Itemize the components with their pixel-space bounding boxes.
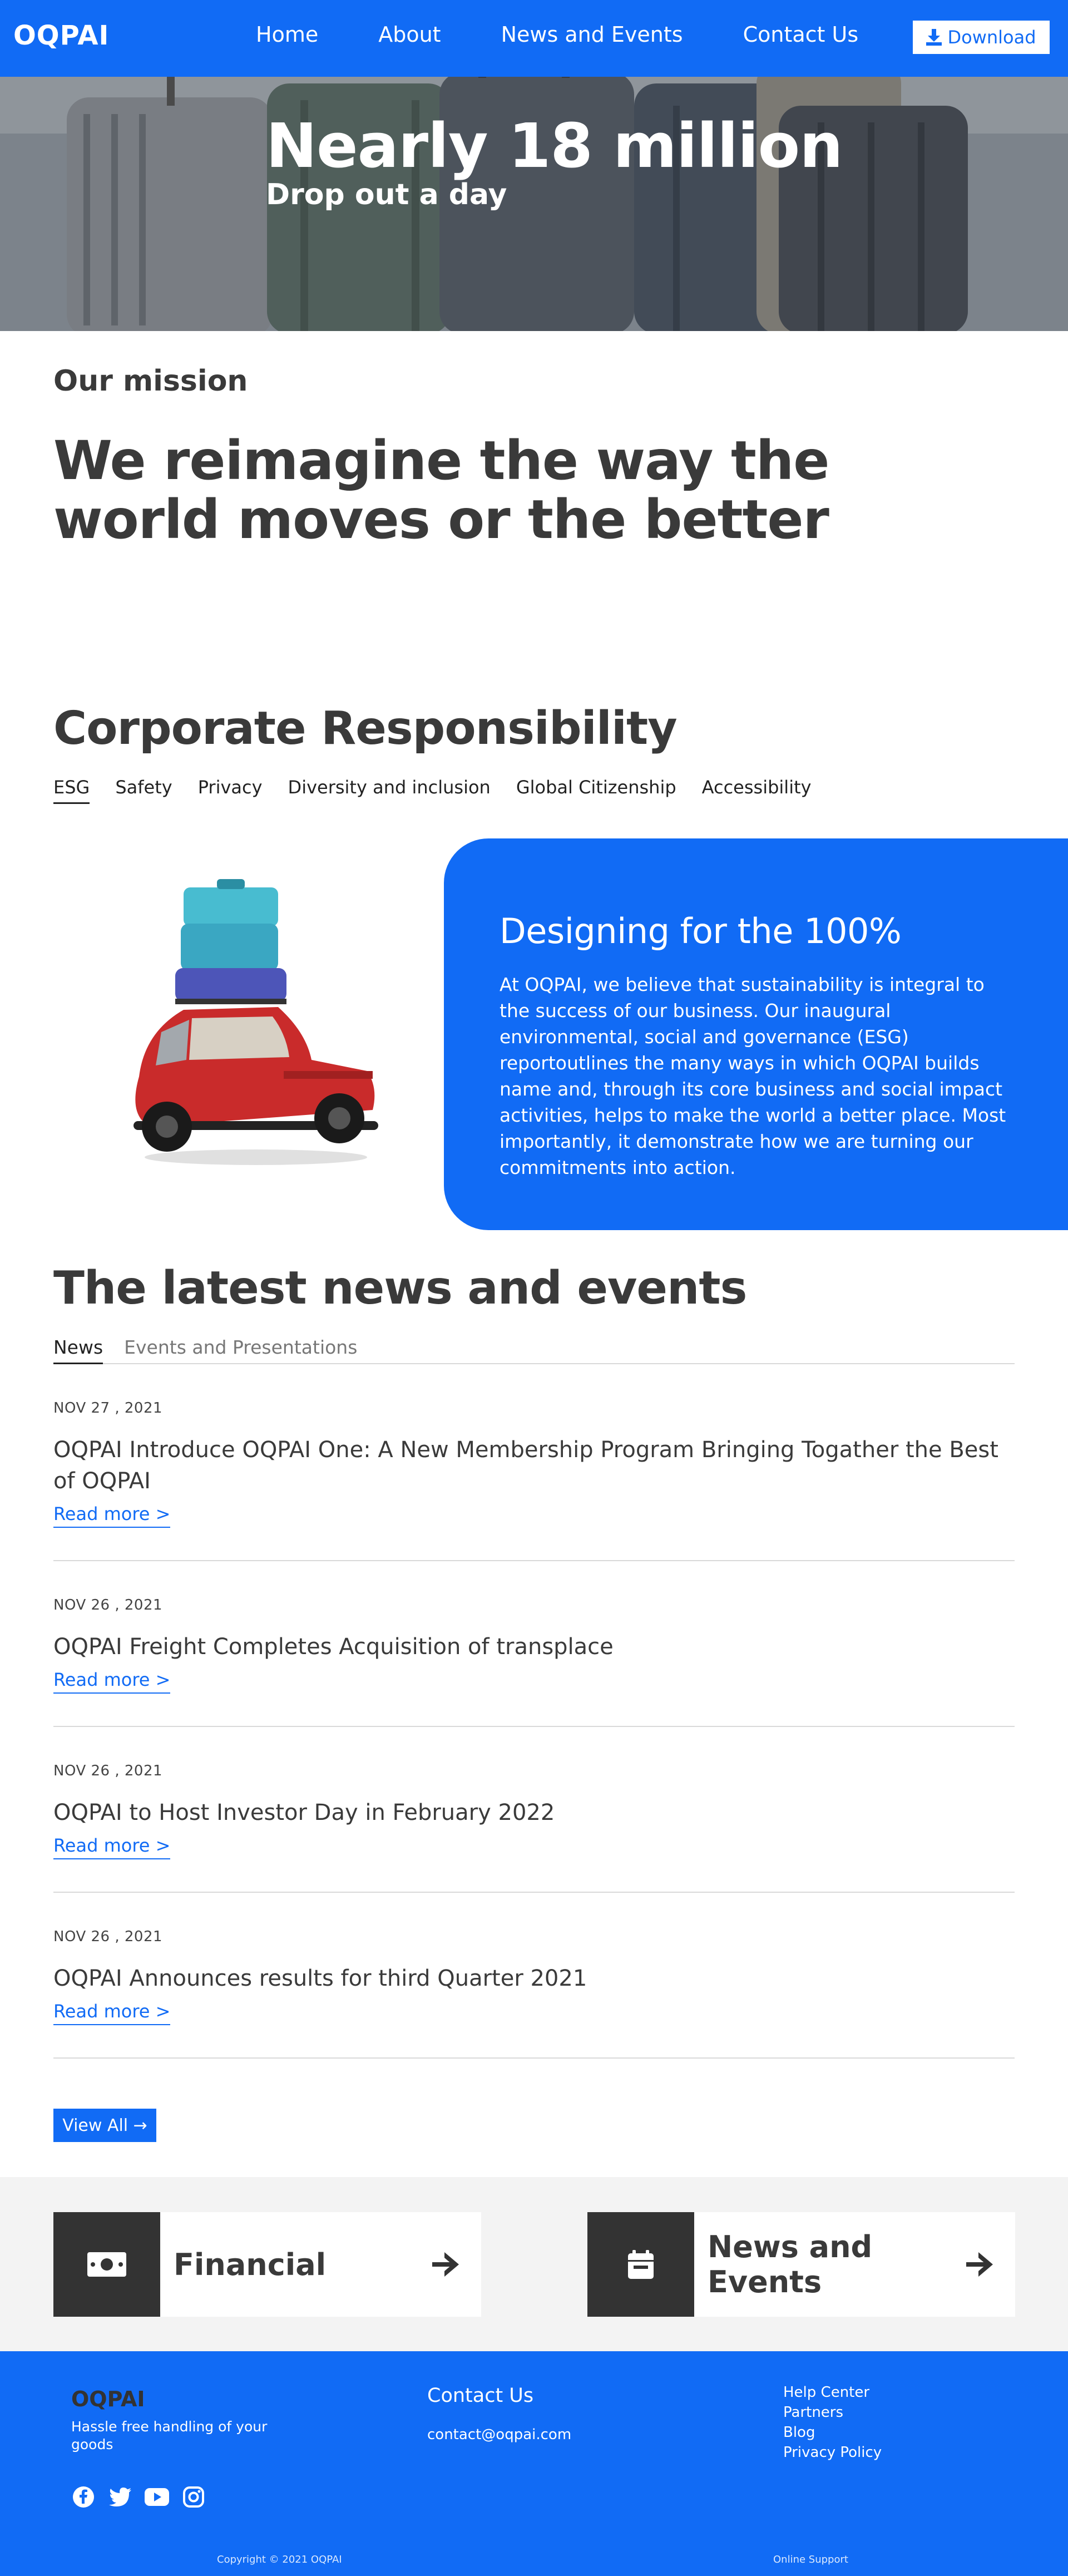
news-item: NOV 26 , 2021 OQPAI Announces results fo…	[53, 1893, 1015, 2059]
news-date: NOV 26 , 2021	[53, 1597, 163, 1613]
facebook-icon[interactable]	[71, 2485, 96, 2509]
download-button[interactable]: Download	[913, 21, 1050, 54]
view-all-button[interactable]: View All →	[53, 2109, 156, 2142]
news-list: NOV 27 , 2021 OQPAI Introduce OQPAI One:…	[53, 1364, 1015, 2059]
twitter-icon[interactable]	[108, 2485, 132, 2509]
esg-feature-card: Designing for the 100% At OQPAI, we beli…	[444, 838, 1068, 1230]
footer: OQPAI Hassle free handling of your goods…	[0, 2351, 1068, 2576]
nav-home-link[interactable]: Home	[256, 22, 318, 47]
esg-card-title: Designing for the 100%	[500, 911, 902, 951]
read-more-link[interactable]: Read more >	[53, 2001, 171, 2025]
read-more-link[interactable]: Read more >	[53, 1503, 171, 1528]
footer-contact-title: Contact Us	[427, 2385, 534, 2407]
online-support-link[interactable]: Online Support	[773, 2554, 848, 2565]
calendar-icon	[628, 2250, 654, 2279]
news-headline[interactable]: OQPAI Freight Completes Acquisition of t…	[53, 1631, 1010, 1662]
corporate-tabs: ESG Safety Privacy Diversity and inclusi…	[53, 777, 837, 804]
instagram-icon[interactable]	[181, 2485, 206, 2509]
tab-global-citizenship[interactable]: Global Citizenship	[516, 777, 676, 804]
read-more-link[interactable]: Read more >	[53, 1835, 171, 1859]
financial-card-label: Financial	[174, 2247, 327, 2282]
download-label: Download	[947, 27, 1036, 48]
footer-contact-email[interactable]: contact@oqpai.com	[427, 2426, 571, 2443]
card-icon-box	[587, 2212, 694, 2317]
card-icon-box	[53, 2212, 160, 2317]
arrow-right-icon	[966, 2252, 993, 2277]
top-navbar: OQPAI Home About News and Events Contact…	[0, 0, 1068, 77]
arrow-right-icon	[432, 2252, 459, 2277]
money-bill-icon	[87, 2252, 126, 2277]
tab-diversity-inclusion[interactable]: Diversity and inclusion	[288, 777, 491, 804]
footer-link-blog[interactable]: Blog	[783, 2422, 882, 2442]
news-item: NOV 26 , 2021 OQPAI to Host Investor Day…	[53, 1727, 1015, 1893]
tab-safety[interactable]: Safety	[115, 777, 172, 804]
youtube-icon[interactable]	[145, 2485, 169, 2509]
news-date: NOV 27 , 2021	[53, 1400, 163, 1417]
news-headline[interactable]: OQPAI Announces results for third Quarte…	[53, 1963, 1010, 1994]
tab-privacy[interactable]: Privacy	[198, 777, 263, 804]
main-menu: Home About News and Events Contact Us	[256, 22, 918, 47]
mission-statement: We reimagine the way the world moves or …	[53, 430, 829, 551]
footer-link-help-center[interactable]: Help Center	[783, 2382, 882, 2402]
copyright-text: Copyright © 2021 OQPAI	[217, 2554, 342, 2565]
news-events-card-label: News and Events	[708, 2229, 873, 2299]
tab-esg[interactable]: ESG	[53, 777, 90, 804]
nav-news-events-link[interactable]: News and Events	[501, 22, 683, 47]
news-headline[interactable]: OQPAI to Host Investor Day in February 2…	[53, 1797, 1010, 1828]
brand-logo[interactable]: OQPAI	[13, 20, 109, 51]
tab-news[interactable]: News	[53, 1336, 103, 1364]
download-icon	[926, 29, 942, 46]
hero-subtitle: Drop out a day	[266, 178, 507, 211]
nav-about-link[interactable]: About	[378, 22, 441, 47]
hero-title: Nearly 18 million	[266, 110, 843, 181]
news-item: NOV 26 , 2021 OQPAI Freight Completes Ac…	[53, 1561, 1015, 1727]
tab-events-presentations[interactable]: Events and Presentations	[124, 1336, 357, 1363]
esg-card-text: At OQPAI, we believe that sustainability…	[500, 974, 1006, 1178]
footer-link-privacy-policy[interactable]: Privacy Policy	[783, 2442, 882, 2463]
news-date: NOV 26 , 2021	[53, 1928, 163, 1945]
news-headline[interactable]: OQPAI Introduce OQPAI One: A New Members…	[53, 1434, 1010, 1497]
tab-accessibility[interactable]: Accessibility	[702, 777, 812, 804]
footer-tagline: Hassle free handling of your goods	[71, 2419, 268, 2452]
mission-label: Our mission	[53, 364, 248, 398]
nav-contact-link[interactable]: Contact Us	[743, 22, 859, 47]
footer-logo[interactable]: OQPAI	[71, 2387, 145, 2411]
news-events-card[interactable]: News and Events	[587, 2212, 1015, 2317]
news-tabs: News Events and Presentations	[53, 1336, 1015, 1364]
news-date: NOV 26 , 2021	[53, 1763, 163, 1779]
social-links	[71, 2485, 206, 2509]
news-section-title: The latest news and events	[53, 1262, 747, 1315]
corporate-responsibility-title: Corporate Responsibility	[53, 702, 678, 755]
news-item: NOV 27 , 2021 OQPAI Introduce OQPAI One:…	[53, 1364, 1015, 1561]
footer-links: Help Center Partners Blog Privacy Policy	[783, 2382, 882, 2463]
read-more-link[interactable]: Read more >	[53, 1669, 171, 1694]
car-with-luggage-image	[100, 865, 389, 1177]
financial-card[interactable]: Financial	[53, 2212, 481, 2317]
footer-link-partners[interactable]: Partners	[783, 2402, 882, 2422]
